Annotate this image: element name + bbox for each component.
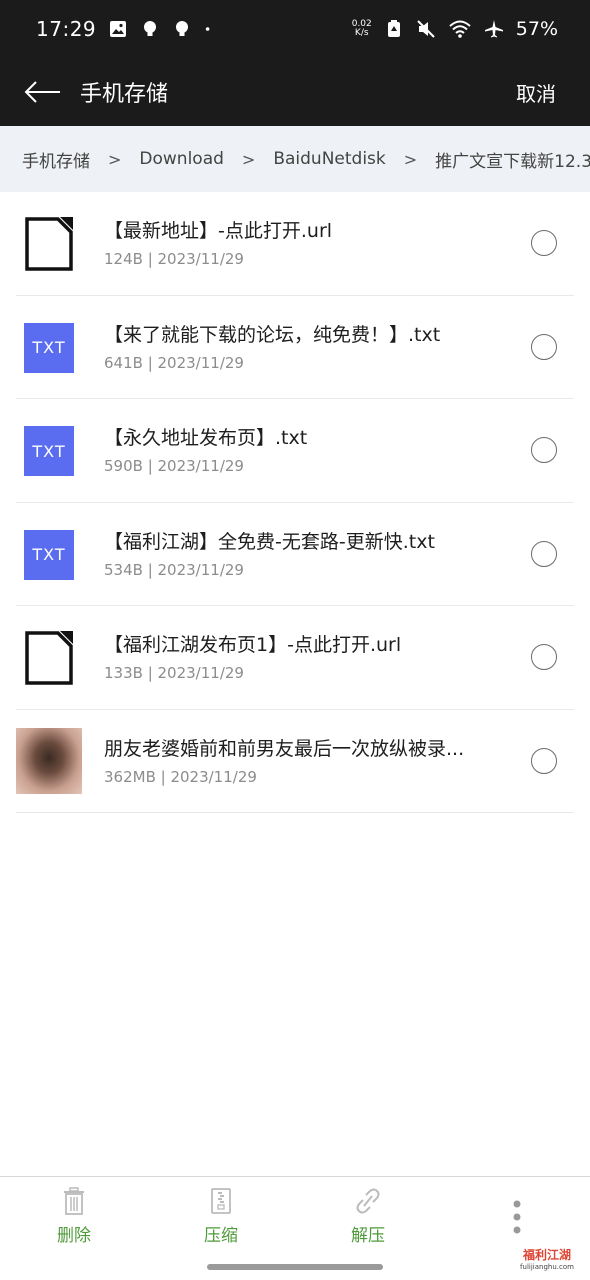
watermark-logo: 福利江湖 fulijianghu.com xyxy=(512,1246,582,1278)
gallery-icon xyxy=(110,21,127,37)
status-bar: 17:29 0.02 K/s 57% xyxy=(0,0,590,58)
file-name: 【来了就能下载的论坛，纯免费！】.txt xyxy=(104,323,441,346)
bottom-toolbar: 删除 压缩 解压 xyxy=(0,1176,590,1256)
compress-button[interactable]: 压缩 xyxy=(181,1187,261,1246)
bulb-icon xyxy=(144,21,157,36)
txt-icon: TXT xyxy=(24,426,74,476)
navigation-bar xyxy=(0,1256,590,1280)
file-name: 朋友老婆婚前和前男友最后一次放纵被录... xyxy=(104,737,465,760)
list-item[interactable]: TXT 【福利江湖】全免费-无套路-更新快.txt 534B | 2023/11… xyxy=(16,503,574,606)
chevron-right-icon: > xyxy=(108,149,122,169)
file-name: 【福利江湖】全免费-无套路-更新快.txt xyxy=(104,530,435,553)
airplane-icon xyxy=(484,20,503,38)
select-radio[interactable] xyxy=(531,333,557,360)
select-radio[interactable] xyxy=(531,644,557,670)
status-time: 17:29 xyxy=(36,17,97,41)
breadcrumb-item[interactable]: BaiduNetdisk xyxy=(273,149,385,169)
file-name: 【永久地址发布页】.txt xyxy=(104,427,308,449)
chevron-right-icon: > xyxy=(241,149,256,169)
select-radio[interactable] xyxy=(531,230,557,256)
breadcrumb-item[interactable]: 手机存储 xyxy=(22,147,90,172)
cancel-button[interactable]: 取消 xyxy=(516,78,556,107)
list-item[interactable]: 朋友老婆婚前和前男友最后一次放纵被录... 362MB | 2023/11/29 xyxy=(16,710,574,813)
file-name: 【福利江湖发布页1】-点此打开.url xyxy=(104,634,402,656)
watermark-subtitle: fulijianghu.com xyxy=(520,1263,574,1271)
file-meta: 124B | 2023/11/29 xyxy=(104,250,244,268)
file-name: 【最新地址】-点此打开.url xyxy=(104,220,333,242)
more-vertical-icon[interactable] xyxy=(512,1199,522,1235)
back-arrow-icon[interactable] xyxy=(24,80,62,104)
delete-button[interactable]: 删除 xyxy=(34,1187,114,1246)
video-thumbnail xyxy=(16,727,82,794)
list-item[interactable]: 【最新地址】-点此打开.url 124B | 2023/11/29 xyxy=(16,192,574,296)
chevron-right-icon: > xyxy=(403,149,418,169)
file-meta: 534B | 2023/11/29 xyxy=(104,560,244,579)
battery-saver-icon xyxy=(387,20,400,37)
unlink-icon xyxy=(356,1188,380,1214)
extract-label: 解压 xyxy=(351,1226,385,1246)
select-radio[interactable] xyxy=(531,437,557,463)
app-bar: 手机存储 取消 xyxy=(0,58,590,126)
compress-label: 压缩 xyxy=(204,1226,238,1246)
wifi-icon xyxy=(449,20,471,38)
txt-icon: TXT xyxy=(24,529,74,580)
list-item[interactable]: TXT 【永久地址发布页】.txt 590B | 2023/11/29 xyxy=(16,399,574,503)
home-gesture-handle[interactable] xyxy=(207,1264,383,1270)
trash-icon xyxy=(64,1187,84,1215)
watermark-title: 福利江湖 xyxy=(522,1248,571,1262)
page-title: 手机存储 xyxy=(80,82,169,107)
txt-icon: TXT xyxy=(24,322,74,373)
bulb-icon xyxy=(176,21,189,36)
list-item[interactable]: 【福利江湖发布页1】-点此打开.url 133B | 2023/11/29 xyxy=(16,606,574,710)
select-radio[interactable] xyxy=(531,540,557,567)
file-meta: 590B | 2023/11/29 xyxy=(104,457,244,475)
delete-label: 删除 xyxy=(57,1226,91,1246)
select-radio[interactable] xyxy=(531,747,557,774)
file-meta: 133B | 2023/11/29 xyxy=(104,664,244,682)
dot-icon xyxy=(205,27,210,31)
net-speed: 0.02 K/s xyxy=(351,19,372,38)
breadcrumb-item[interactable]: 推广文宣下载新12.31 xyxy=(435,147,590,172)
breadcrumb-item[interactable]: Download xyxy=(139,149,224,169)
battery-level: 57% xyxy=(515,18,558,40)
file-meta: 641B | 2023/11/29 xyxy=(104,353,244,372)
archive-icon xyxy=(211,1188,231,1214)
extract-button[interactable]: 解压 xyxy=(328,1187,408,1246)
list-item[interactable]: TXT 【来了就能下载的论坛，纯免费！】.txt 641B | 2023/11/… xyxy=(16,296,574,399)
mute-icon xyxy=(417,20,435,38)
file-list: 【最新地址】-点此打开.url 124B | 2023/11/29 TXT 【来… xyxy=(0,192,590,813)
document-icon xyxy=(25,631,73,685)
breadcrumb: 手机存储 > Download > BaiduNetdisk > 推广文宣下载新… xyxy=(0,126,590,192)
document-icon xyxy=(25,217,73,271)
file-meta: 362MB | 2023/11/29 xyxy=(104,767,257,786)
